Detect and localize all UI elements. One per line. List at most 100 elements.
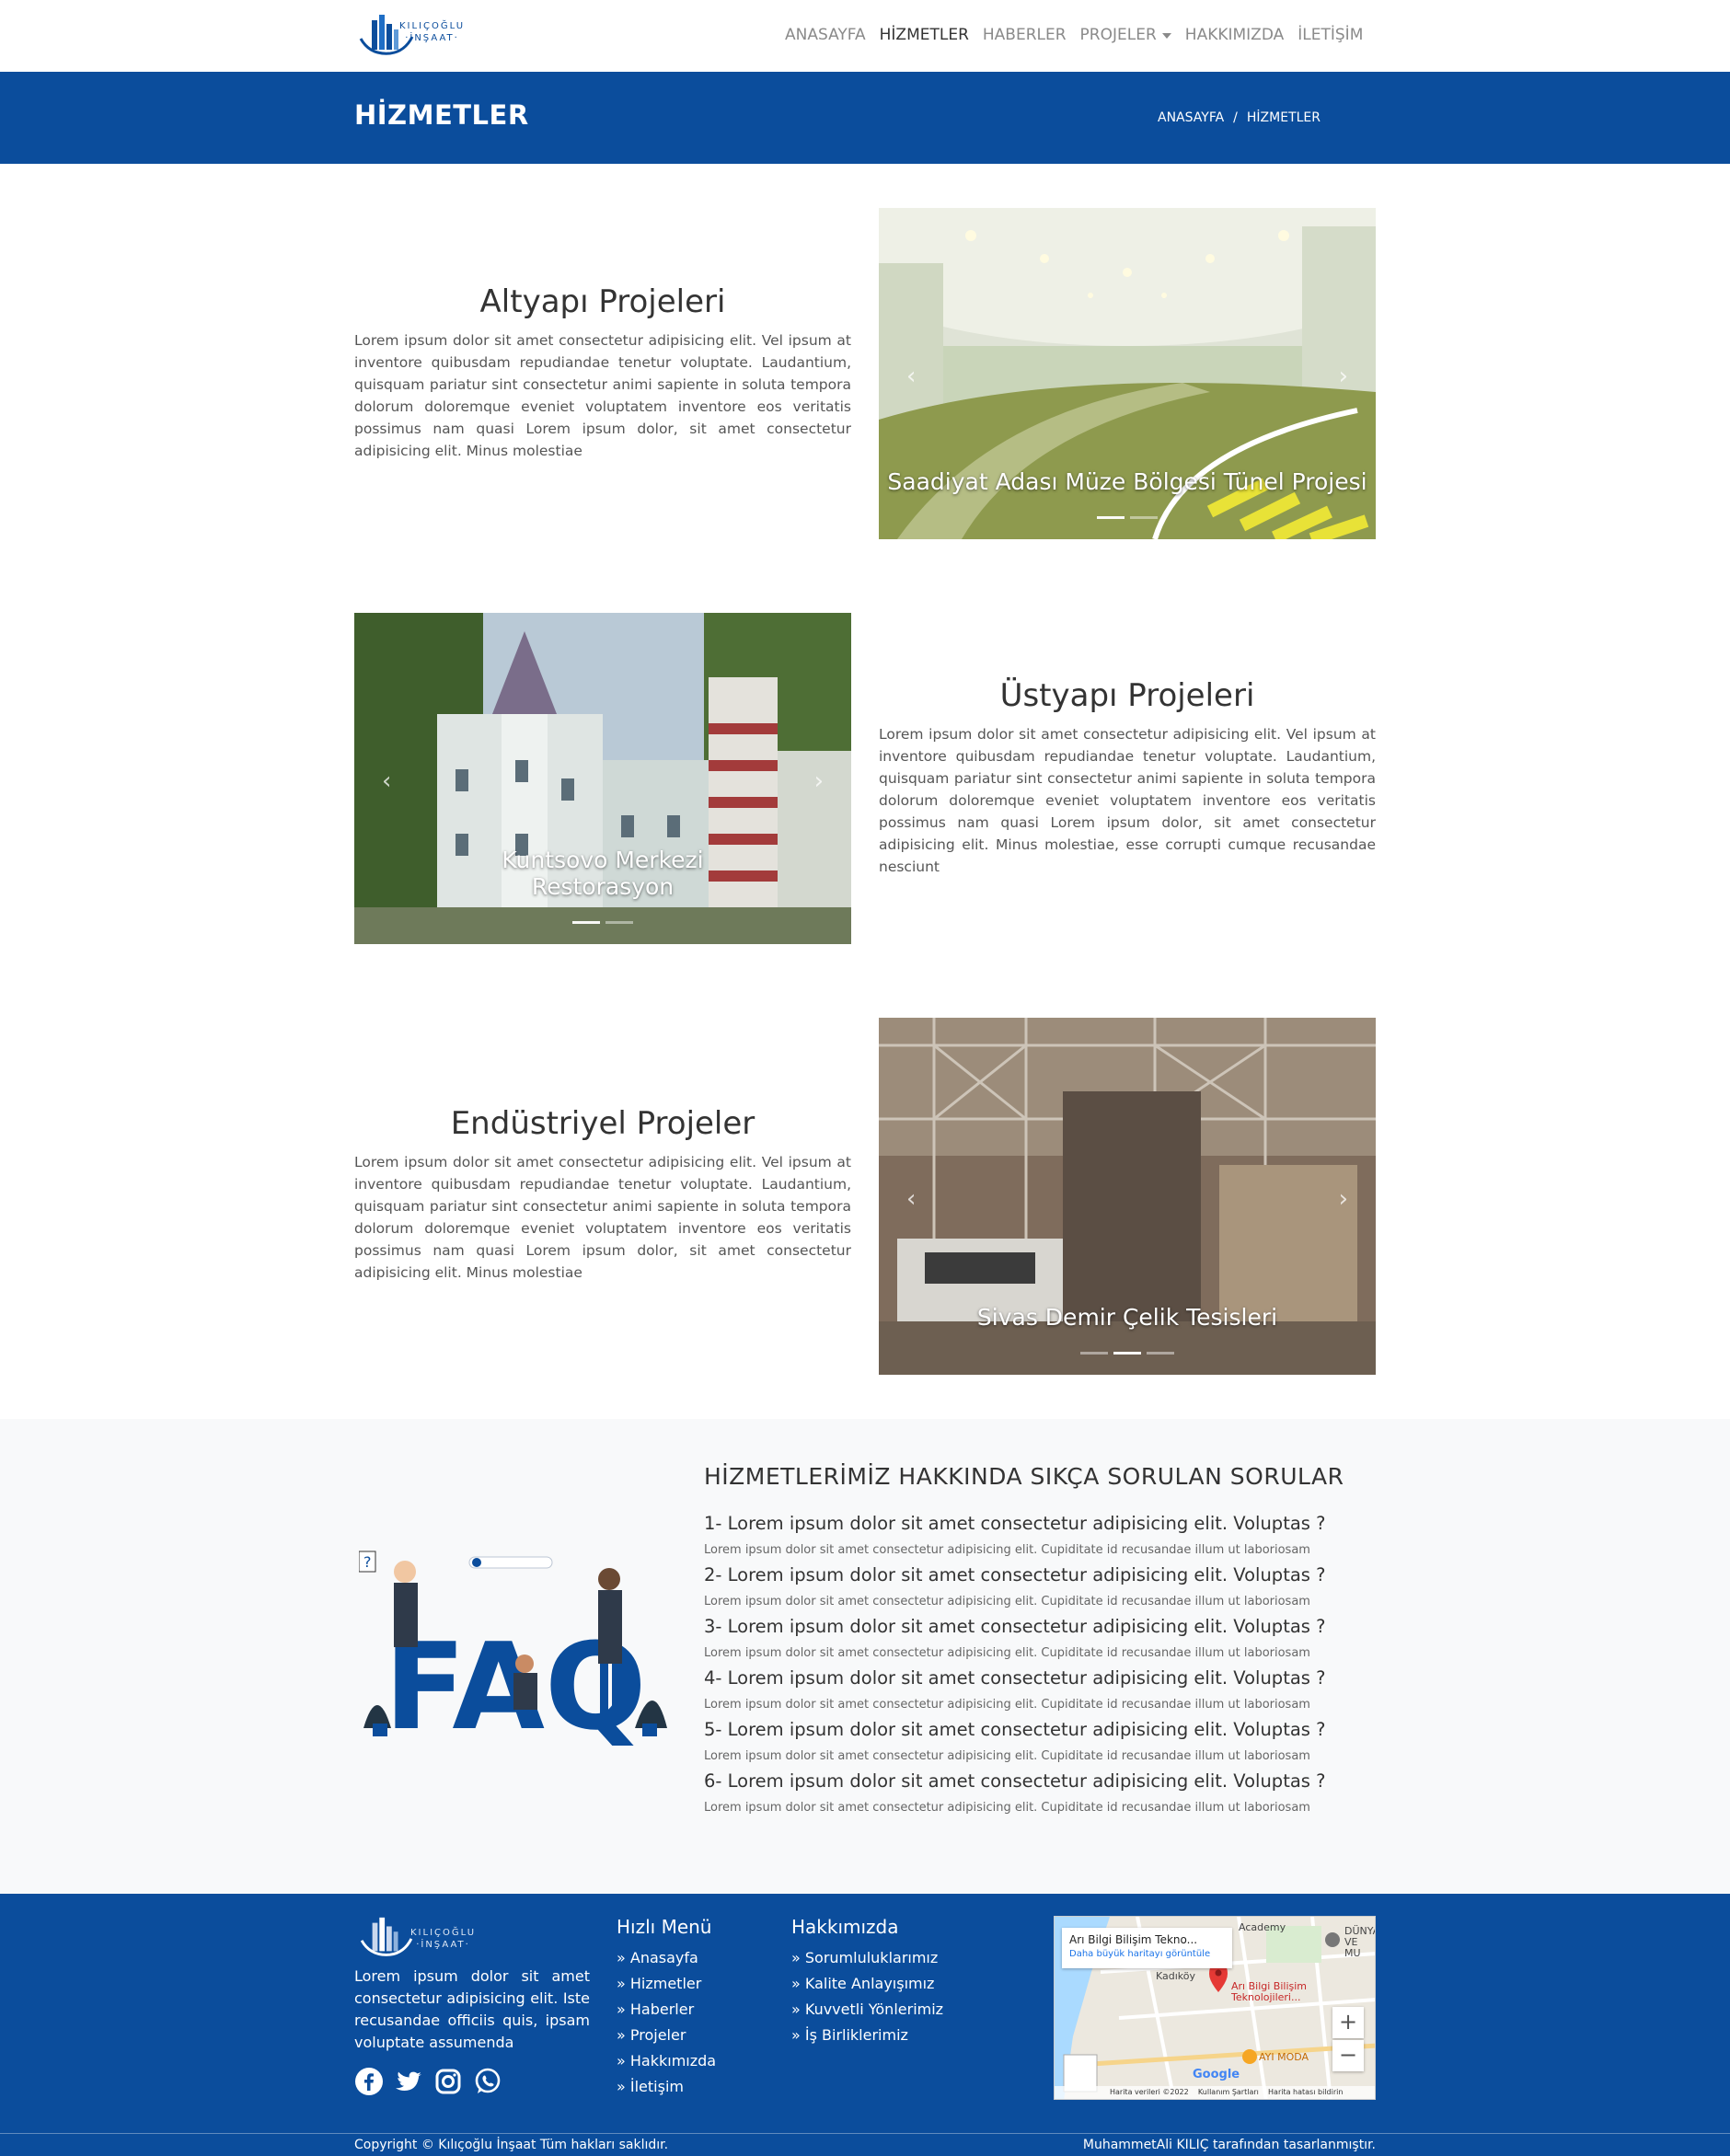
carousel-indicators	[879, 1352, 1376, 1355]
nav-item-hakkimizda[interactable]: HAKKIMIZDA	[1185, 26, 1284, 44]
footer-brand-name-line2: ·İNŞAAT·	[416, 1940, 470, 1950]
footer: KILIÇOĞLU ·İNŞAAT· Lorem ipsum dolor sit…	[0, 1894, 1730, 2156]
copyright-text: Copyright © Kılıçoğlu İnşaat Tüm hakları…	[354, 2138, 669, 2152]
footer-quick-menu-title: Hızlı Menü	[617, 1916, 712, 1938]
building-logo-icon	[360, 1917, 413, 1956]
carousel-prev-chevron-icon[interactable]: ‹	[382, 767, 391, 795]
page-title: HİZMETLER	[354, 99, 529, 131]
faq-question[interactable]: 2- Lorem ipsum dolor sit amet consectetu…	[704, 1562, 1367, 1596]
faq-illustration: FAQ ?	[359, 1551, 667, 1757]
footer-link-projeler[interactable]: » Projeler	[617, 2023, 716, 2048]
carousel-next-chevron-icon[interactable]: ›	[1339, 1185, 1348, 1213]
carousel-indicator[interactable]	[1097, 516, 1124, 519]
service-altyapi-text: Altyapı Projeleri Lorem ipsum dolor sit …	[354, 283, 851, 462]
nav-menu: ANASAYFA HİZMETLER HABERLER PROJELER HAK…	[785, 26, 1377, 44]
carousel-prev-chevron-icon[interactable]: ‹	[906, 1185, 916, 1213]
service-ustyapi-text: Üstyapı Projeleri Lorem ipsum dolor sit …	[879, 677, 1376, 878]
service-description: Lorem ipsum dolor sit amet consectetur a…	[354, 1154, 851, 1281]
designer-credit: MuhammetAli KILIÇ tarafından tasarlanmış…	[1082, 2138, 1376, 2152]
carousel-indicator[interactable]	[1113, 1352, 1141, 1355]
google-logo: Google	[1193, 2068, 1240, 2081]
footer-brand-logo[interactable]: KILIÇOĞLU ·İNŞAAT·	[359, 1914, 525, 1960]
carousel-caption: Kuntsovo Merkezi Restorasyon	[502, 847, 704, 900]
instagram-icon[interactable]	[433, 2067, 463, 2096]
brand-name-line1: KILIÇOĞLU	[399, 21, 466, 31]
brand-logo[interactable]: KILIÇOĞLU ·İNŞAAT·	[359, 11, 506, 59]
breadcrumb: ANASAYFA / HİZMETLER	[1158, 110, 1321, 125]
carousel-indicators	[879, 516, 1376, 519]
map-label: AYI MODA	[1259, 2051, 1309, 2063]
nav-item-projeler[interactable]: PROJELER	[1080, 26, 1157, 44]
nav-item-iletisim[interactable]: İLETİŞİM	[1298, 26, 1363, 44]
service-altyapi-carousel: ‹ › Saadiyat Adası Müze Bölgesi Tünel Pr…	[879, 208, 1376, 539]
twitter-icon[interactable]	[394, 2067, 423, 2096]
carousel-indicator[interactable]	[1080, 1352, 1108, 1355]
map-label: Academy	[1239, 1921, 1286, 1933]
page-header-banner: HİZMETLER ANASAYFA / HİZMETLER	[0, 72, 1730, 164]
footer-brand-name-line1: KILIÇOĞLU	[410, 1928, 477, 1938]
navbar: KILIÇOĞLU ·İNŞAAT· ANASAYFA HİZMETLER HA…	[0, 0, 1730, 72]
footer-link-hakkimizda[interactable]: » Hakkımızda	[617, 2048, 716, 2074]
map-report-link[interactable]: Harita hatası bildirin	[1268, 2088, 1343, 2096]
map-place-title: Arı Bilgi Bilişim Tekno...	[1069, 1933, 1198, 1946]
map-terms-link[interactable]: Kullanım Şartları	[1198, 2088, 1259, 2096]
service-endustriyel-text: Endüstriyel Projeler Lorem ipsum dolor s…	[354, 1105, 851, 1284]
faq-answer: Lorem ipsum dolor sit amet consectetur a…	[704, 1543, 1310, 1557]
faq-question[interactable]: 5- Lorem ipsum dolor sit amet consectetu…	[704, 1717, 1367, 1750]
whatsapp-icon[interactable]	[473, 2067, 502, 2096]
footer-link-sorumluluklarimiz[interactable]: » Sorumluluklarımız	[791, 1945, 943, 1971]
breadcrumb-home-link[interactable]: ANASAYFA	[1158, 110, 1224, 125]
faq-question[interactable]: 1- Lorem ipsum dolor sit amet consectetu…	[704, 1511, 1367, 1544]
nav-item-hizmetler[interactable]: HİZMETLER	[880, 26, 969, 44]
map-zoom-in-button[interactable]: +	[1332, 2007, 1364, 2038]
faq-answer: Lorem ipsum dolor sit amet consectetur a…	[704, 1595, 1310, 1608]
map-info-card: Arı Bilgi Bilişim Tekno... Daha büyük ha…	[1062, 1928, 1232, 1968]
facebook-icon[interactable]	[354, 2067, 384, 2096]
carousel-indicator[interactable]	[572, 921, 600, 924]
carousel-indicator[interactable]	[1147, 1352, 1174, 1355]
faq-section: FAQ ? HİZMETLERİMİZ HAKKINDA SIKÇA SORUL…	[0, 1419, 1730, 1894]
nav-item-haberler[interactable]: HABERLER	[983, 26, 1067, 44]
footer-link-haberler[interactable]: » Haberler	[617, 1997, 716, 2023]
footer-link-iletisim[interactable]: » İletişim	[617, 2074, 716, 2100]
carousel-indicator[interactable]	[606, 921, 633, 924]
service-title: Altyapı Projeleri	[479, 283, 726, 320]
breadcrumb-separator: /	[1233, 110, 1238, 125]
service-ustyapi-carousel: ‹ › Kuntsovo Merkezi Restorasyon	[354, 613, 851, 944]
faq-question[interactable]: 3- Lorem ipsum dolor sit amet consectetu…	[704, 1614, 1367, 1647]
svg-text:?: ?	[363, 1553, 372, 1571]
carousel-caption: Sivas Demir Çelik Tesisleri	[976, 1304, 1278, 1331]
footer-link-is-birliklerimiz[interactable]: » İş Birliklerimiz	[791, 2023, 943, 2048]
service-description: Lorem ipsum dolor sit amet consectetur a…	[354, 332, 851, 459]
carousel-indicator[interactable]	[1130, 516, 1158, 519]
footer-link-hizmetler[interactable]: » Hizmetler	[617, 1971, 716, 1997]
faq-question[interactable]: 4- Lorem ipsum dolor sit amet consectetu…	[704, 1666, 1367, 1699]
carousel-prev-chevron-icon[interactable]: ‹	[906, 363, 916, 390]
map-zoom-out-button[interactable]: −	[1332, 2040, 1364, 2071]
map-pin-label: Arı Bilgi Bilişim Teknolojileri...	[1231, 1980, 1308, 2003]
footer-link-kalite[interactable]: » Kalite Anlayışımız	[791, 1971, 943, 1997]
faq-question[interactable]: 6- Lorem ipsum dolor sit amet consectetu…	[704, 1769, 1367, 1802]
service-title: Endüstriyel Projeler	[450, 1105, 755, 1142]
brand-name-line2: ·İNŞAAT·	[405, 33, 459, 43]
footer-about-menu: Hakkımızda » Sorumluluklarımız » Kalite …	[791, 1916, 943, 2048]
brand-name: KILIÇOĞLU ·İNŞAAT·	[399, 20, 465, 44]
footer-brand-name: KILIÇOĞLU ·İNŞAAT·	[410, 1927, 476, 1951]
map-label: DÜNYA VE MU	[1344, 1925, 1375, 1959]
footer-link-anasayfa[interactable]: » Anasayfa	[617, 1945, 716, 1971]
faq-list: 1- Lorem ipsum dolor sit amet consectetu…	[704, 1511, 1367, 1820]
nav-item-projeler-dropdown[interactable]: PROJELER	[1080, 26, 1171, 44]
location-map[interactable]: Arı Bilgi Bilişim Tekno... Daha büyük ha…	[1054, 1916, 1376, 2100]
carousel-caption: Saadiyat Adası Müze Bölgesi Tünel Projes…	[887, 468, 1367, 495]
faq-answer: Lorem ipsum dolor sit amet consectetur a…	[704, 1801, 1310, 1815]
footer-link-yonlerimiz[interactable]: » Kuvvetli Yönlerimiz	[791, 1997, 943, 2023]
map-attribution: Harita verileri ©2022 Kullanım Şartları …	[1055, 2086, 1375, 2099]
map-larger-link[interactable]: Daha büyük haritayı görüntüle	[1069, 1949, 1225, 1959]
carousel-next-chevron-icon[interactable]: ›	[814, 767, 824, 795]
carousel-next-chevron-icon[interactable]: ›	[1339, 363, 1348, 390]
map-data-credit: Harita verileri ©2022	[1110, 2088, 1189, 2096]
breadcrumb-current: HİZMETLER	[1246, 110, 1321, 125]
map-label: Kadıköy	[1156, 1970, 1196, 1982]
nav-item-anasayfa[interactable]: ANASAYFA	[785, 26, 866, 44]
footer-quick-menu: Hızlı Menü » Anasayfa » Hizmetler » Habe…	[617, 1916, 716, 2100]
